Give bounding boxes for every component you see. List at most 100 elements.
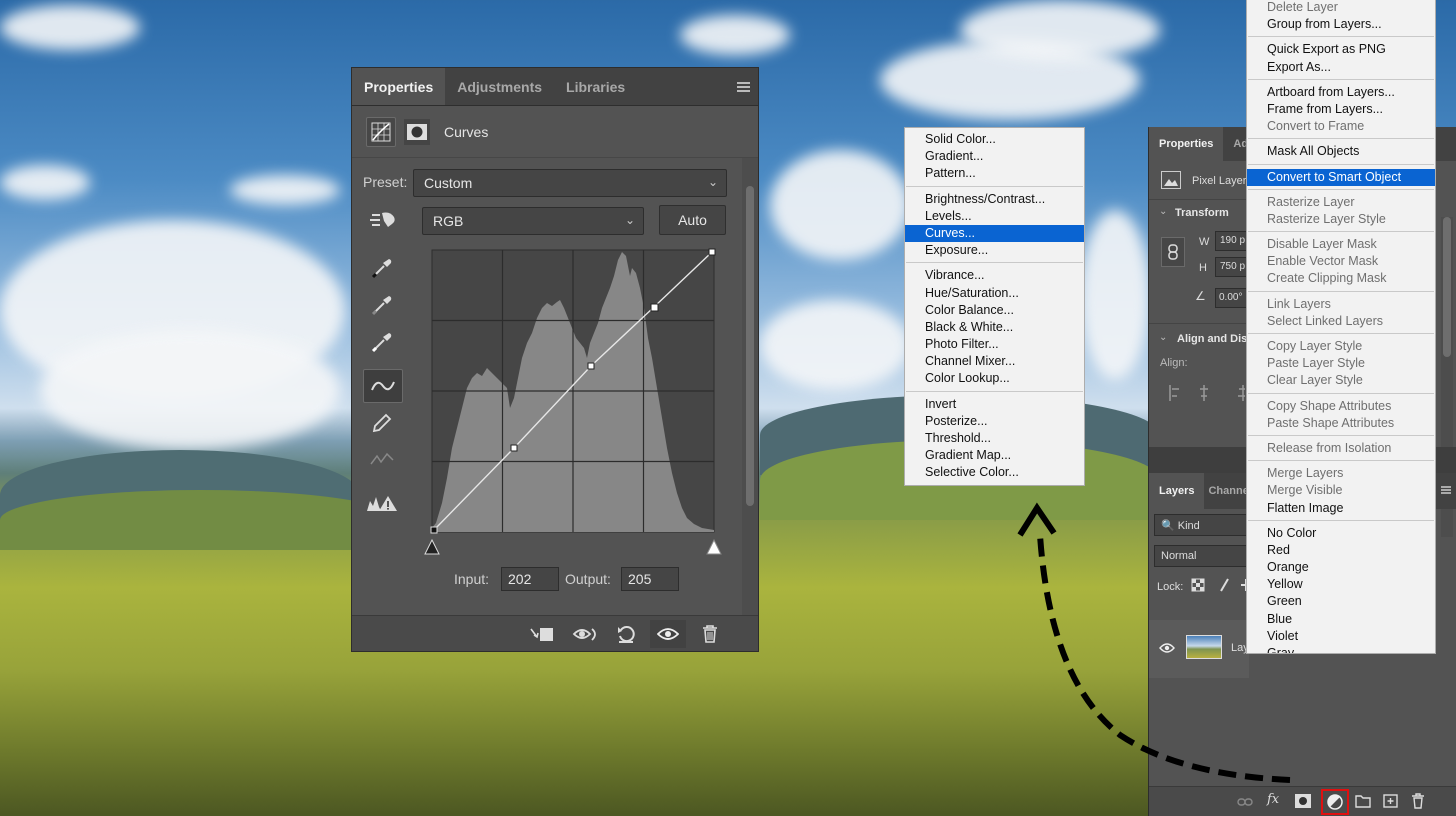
menu-item-gradient-map[interactable]: Gradient Map...	[905, 447, 1084, 464]
tab-adjustments[interactable]: Adjustments	[445, 68, 554, 105]
menu-item-disable-layer-mask[interactable]: Disable Layer Mask	[1247, 236, 1435, 253]
angle-icon: ∠	[1195, 289, 1206, 303]
tab-properties-right[interactable]: Properties	[1149, 127, 1224, 161]
clipping-warning-icon[interactable]	[362, 486, 402, 520]
menu-item-gradient[interactable]: Gradient...	[905, 148, 1084, 165]
menu-item-brightness-contrast[interactable]: Brightness/Contrast...	[905, 191, 1084, 208]
menu-item-link-layers[interactable]: Link Layers	[1247, 296, 1435, 313]
menu-separator	[1248, 36, 1434, 38]
menu-item-photo-filter[interactable]: Photo Filter...	[905, 336, 1084, 353]
pencil-icon[interactable]	[362, 406, 402, 440]
curve-point-selected[interactable]	[650, 303, 659, 312]
clip-to-layer-icon[interactable]	[526, 620, 558, 648]
menu-item-release-from-isolation[interactable]: Release from Isolation	[1247, 440, 1435, 457]
layers-menu-icon[interactable]	[1439, 483, 1453, 497]
menu-item-copy-layer-style[interactable]: Copy Layer Style	[1247, 338, 1435, 355]
menu-item-export-as[interactable]: Export As...	[1247, 59, 1435, 76]
menu-item-rasterize-layer-style[interactable]: Rasterize Layer Style	[1247, 211, 1435, 228]
trash-icon[interactable]	[694, 620, 726, 648]
channel-value: RGB	[433, 213, 464, 229]
menu-item-channel-mixer[interactable]: Channel Mixer...	[905, 353, 1084, 370]
menu-item-paste-layer-style[interactable]: Paste Layer Style	[1247, 355, 1435, 372]
scrollbar-thumb[interactable]	[746, 186, 754, 506]
curves-properties-panel: Properties Adjustments Libraries Curves …	[351, 67, 759, 652]
tab-libraries[interactable]: Libraries	[554, 68, 637, 105]
menu-item-copy-shape-attributes[interactable]: Copy Shape Attributes	[1247, 398, 1435, 415]
tab-properties[interactable]: Properties	[352, 68, 446, 105]
chevron-down-icon[interactable]: ⌄	[1159, 206, 1167, 217]
menu-item-threshold[interactable]: Threshold...	[905, 430, 1084, 447]
menu-item-clear-layer-style[interactable]: Clear Layer Style	[1247, 372, 1435, 389]
panel-menu-icon[interactable]	[728, 68, 758, 105]
menu-item-create-clipping-mask[interactable]: Create Clipping Mask	[1247, 270, 1435, 287]
visibility-eye-icon[interactable]	[650, 620, 686, 648]
annotation-dashed-arrow	[1017, 502, 1291, 783]
menu-item-artboard-from-layers[interactable]: Artboard from Layers...	[1247, 84, 1435, 101]
input-field[interactable]: 202	[501, 567, 559, 591]
gray-point-eyedropper-icon[interactable]	[362, 288, 402, 322]
preset-dropdown[interactable]: Custom ⌄	[413, 169, 727, 197]
adjustment-layer-icon[interactable]	[1321, 789, 1349, 815]
menu-item-exposure[interactable]: Exposure...	[905, 242, 1084, 259]
curves-adjustment-icon[interactable]	[366, 116, 396, 147]
curve-point[interactable]	[587, 362, 595, 370]
width-field[interactable]: 190 p	[1215, 231, 1247, 251]
menu-item-rasterize-layer[interactable]: Rasterize Layer	[1247, 194, 1435, 211]
curves-graph[interactable]	[422, 248, 722, 568]
chevron-down-icon[interactable]: ⌄	[1159, 332, 1167, 343]
menu-item-group-from-layers[interactable]: Group from Layers...	[1247, 16, 1435, 33]
menu-item-hue-saturation[interactable]: Hue/Saturation...	[905, 285, 1084, 302]
menu-item-selective-color[interactable]: Selective Color...	[905, 464, 1084, 481]
menu-item-color-balance[interactable]: Color Balance...	[905, 302, 1084, 319]
menu-item-color-lookup[interactable]: Color Lookup...	[905, 370, 1084, 387]
white-point-eyedropper-icon[interactable]	[362, 325, 402, 359]
menu-item-levels[interactable]: Levels...	[905, 208, 1084, 225]
align-label: Align and Dis	[1177, 333, 1248, 345]
angle-field[interactable]: 0.00°	[1215, 288, 1247, 308]
delete-layer-icon[interactable]	[1411, 793, 1425, 812]
black-slider-handle[interactable]	[424, 538, 440, 555]
on-image-adjust-icon[interactable]	[364, 203, 404, 237]
view-previous-icon[interactable]	[570, 620, 602, 648]
menu-item-curves[interactable]: Curves...	[905, 224, 1084, 243]
chevron-down-icon: ⌄	[707, 175, 718, 189]
menu-item-frame-from-layers[interactable]: Frame from Layers...	[1247, 101, 1435, 118]
new-group-icon[interactable]	[1355, 794, 1371, 811]
panel-scrollbar[interactable]	[742, 158, 758, 615]
menu-item-enable-vector-mask[interactable]: Enable Vector Mask	[1247, 253, 1435, 270]
menu-item-merge-layers[interactable]: Merge Layers	[1247, 465, 1435, 482]
menu-separator	[906, 262, 1083, 264]
black-point-eyedropper-icon[interactable]	[362, 251, 402, 285]
menu-item-quick-export-as-png[interactable]: Quick Export as PNG	[1247, 41, 1435, 58]
menu-separator	[906, 390, 1083, 392]
menu-item-mask-all-objects[interactable]: Mask All Objects	[1247, 143, 1435, 160]
menu-item-vibrance[interactable]: Vibrance...	[905, 267, 1084, 284]
menu-item-pattern[interactable]: Pattern...	[905, 165, 1084, 182]
smooth-curve-icon[interactable]	[362, 443, 402, 477]
new-layer-icon[interactable]	[1383, 794, 1399, 811]
layer-mask-icon[interactable]	[404, 118, 430, 145]
pixel-layer-label: Pixel Layer	[1192, 175, 1247, 187]
menu-item-convert-to-frame[interactable]: Convert to Frame	[1247, 118, 1435, 135]
menu-item-invert[interactable]: Invert	[905, 396, 1084, 413]
channel-dropdown[interactable]: RGB ⌄	[422, 207, 644, 235]
menu-item-select-linked-layers[interactable]: Select Linked Layers	[1247, 313, 1435, 330]
curve-point[interactable]	[708, 248, 716, 256]
white-slider-handle[interactable]	[706, 538, 722, 555]
menu-item-solid-color[interactable]: Solid Color...	[905, 131, 1084, 148]
menu-item-black-white[interactable]: Black & White...	[905, 319, 1084, 336]
reset-icon[interactable]	[610, 620, 642, 648]
menu-item-merge-visible[interactable]: Merge Visible	[1247, 482, 1435, 499]
menu-separator	[1248, 188, 1434, 190]
menu-item-posterize[interactable]: Posterize...	[905, 413, 1084, 430]
menu-item-convert-to-smart-object[interactable]: Convert to Smart Object	[1247, 168, 1435, 186]
menu-item-paste-shape-attributes[interactable]: Paste Shape Attributes	[1247, 415, 1435, 432]
output-field[interactable]: 205	[621, 567, 679, 591]
link-icon[interactable]	[1161, 237, 1185, 267]
height-field[interactable]: 750 p	[1215, 257, 1247, 277]
auto-button[interactable]: Auto	[659, 205, 726, 235]
menu-item-delete-layer[interactable]: Delete Layer	[1247, 0, 1435, 16]
curve-point[interactable]	[430, 526, 438, 534]
curve-point[interactable]	[510, 444, 518, 452]
curve-points-icon[interactable]	[363, 369, 403, 403]
